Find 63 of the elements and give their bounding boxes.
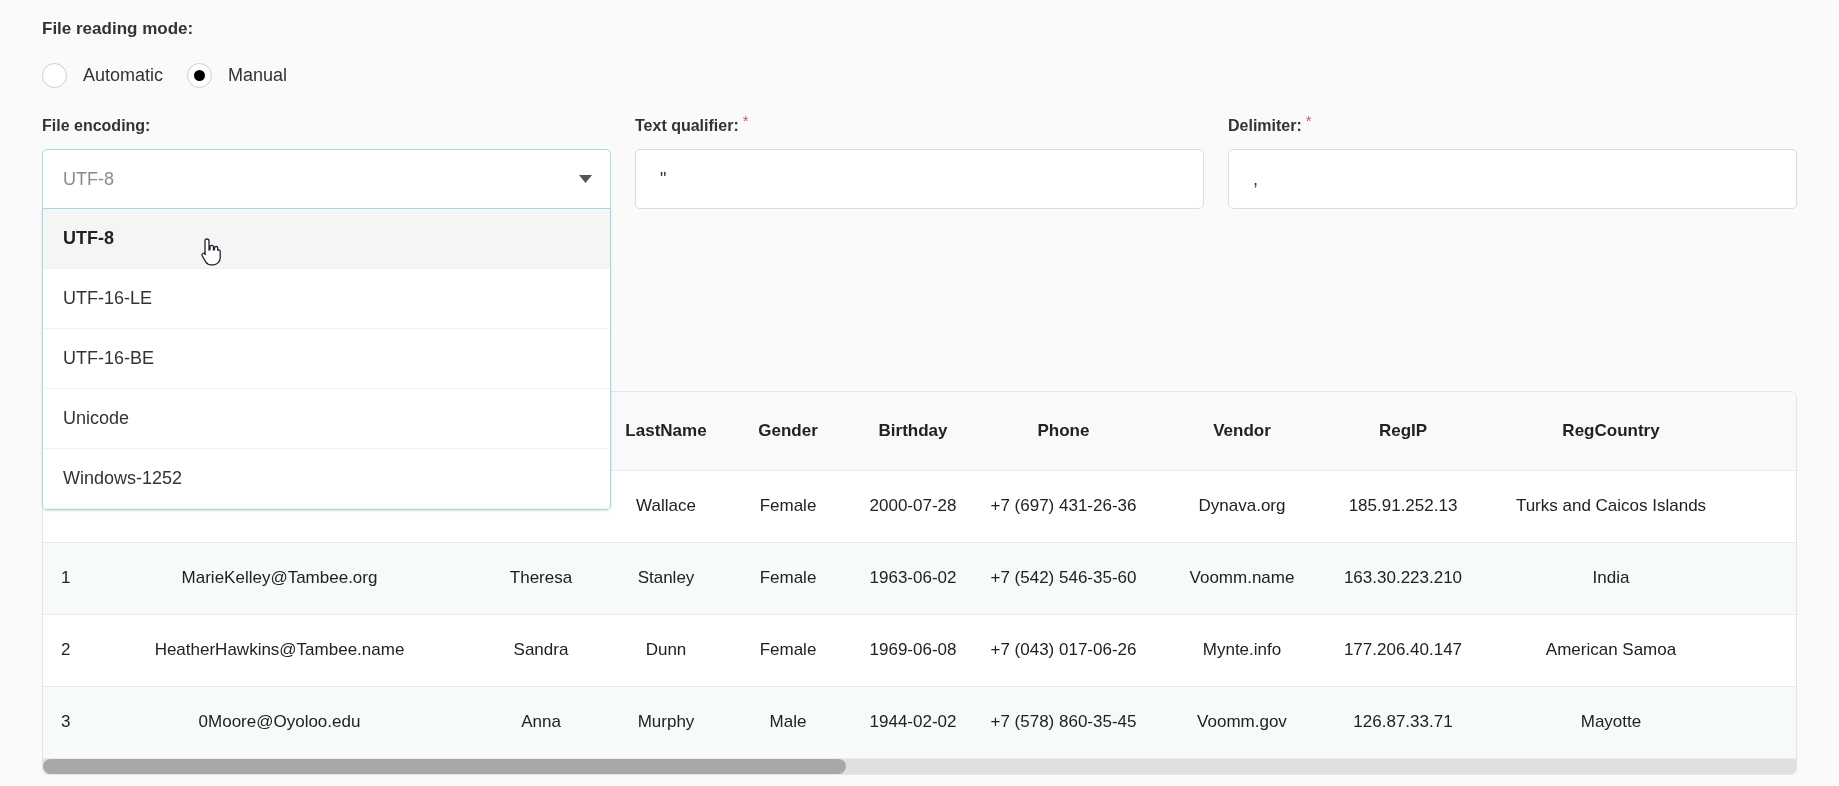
field-label: File encoding: [42,116,151,136]
table-cell: +7 (578) 860-35-45 [990,712,1137,732]
column-header[interactable]: LastName [625,421,707,440]
table-cell: Voomm.gov [1197,712,1287,732]
column-header[interactable]: Vendor [1213,421,1271,440]
column-header[interactable]: RegIP [1378,421,1428,440]
text-field[interactable]: " [635,149,1204,209]
table-cell: 177.206.40.147 [1343,640,1463,660]
table-cell: 1 [61,568,71,588]
table-cell: 2 [61,640,71,660]
table-cell: Mynte.info [1202,640,1282,660]
table-cell: 0Moore@Oyoloo.edu [198,712,361,732]
table-cell: Anna [521,712,561,732]
table-cell: India [1592,568,1630,588]
required-mark: * [1305,114,1312,128]
column-header[interactable]: Birthday [878,421,948,440]
table-cell: Female [759,568,817,588]
table-cell: Male [769,712,807,732]
table-cell: MarieKelley@Tambee.org [181,568,378,588]
table-cell: 185.91.252.13 [1348,496,1458,516]
dropdown-option[interactable]: Unicode [43,389,610,449]
table-cell: Sandra [513,640,569,660]
table-cell: Stanley [637,568,695,588]
table-cell: 1969-06-08 [869,640,957,660]
section-label: File reading mode: [42,18,195,40]
table-cell: Mayotte [1580,712,1642,732]
table-cell: Female [759,640,817,660]
radio-option[interactable]: Manual [187,61,288,89]
table-cell: 1963-06-02 [869,568,957,588]
dropdown-option[interactable]: Windows-1252 [43,449,610,509]
column-header[interactable]: Phone [1037,421,1090,440]
text-field[interactable]: , [1228,149,1797,209]
column-header[interactable]: RegCountry [1562,421,1660,440]
radio-option[interactable]: Automatic [42,61,164,89]
table-cell: 126.87.33.71 [1353,712,1453,732]
table-cell: Wallace [636,496,696,516]
table-cell: Female [759,496,817,516]
table-cell: Dunn [645,640,687,660]
table-cell: 1944-02-02 [869,712,957,732]
radio-button[interactable] [187,62,213,88]
table-cell: 3 [61,712,71,732]
required-mark: * [742,114,749,128]
dropdown-option[interactable]: UTF-16-LE [43,269,610,329]
table-cell: +7 (542) 546-35-60 [990,568,1137,588]
hand-cursor-icon [201,237,223,267]
table-cell: Voomm.name [1189,568,1295,588]
dropdown-option[interactable]: UTF-8 [43,209,610,269]
caret-icon [579,175,592,183]
field-label: Text qualifier: [635,116,739,136]
table-cell: 2000-07-28 [869,496,957,516]
field-label: Delimiter: [1228,116,1302,136]
table-cell: HeatherHawkins@Tambee.name [154,640,405,660]
radio-button[interactable] [42,62,67,88]
dropdown-option[interactable]: UTF-16-BE [43,329,610,389]
table-cell: American Samoa [1545,640,1677,660]
table-cell: Theresa [509,568,573,588]
table-cell: 163.30.223.210 [1343,568,1463,588]
column-header[interactable]: Gender [758,421,818,440]
table-cell: Murphy [637,712,695,732]
table-cell: Turks and Caicos Islands [1515,496,1707,516]
table-cell: Dynava.org [1198,496,1286,516]
table-cell: +7 (697) 431-26-36 [990,496,1137,516]
table-cell: +7 (043) 017-06-26 [990,640,1137,660]
